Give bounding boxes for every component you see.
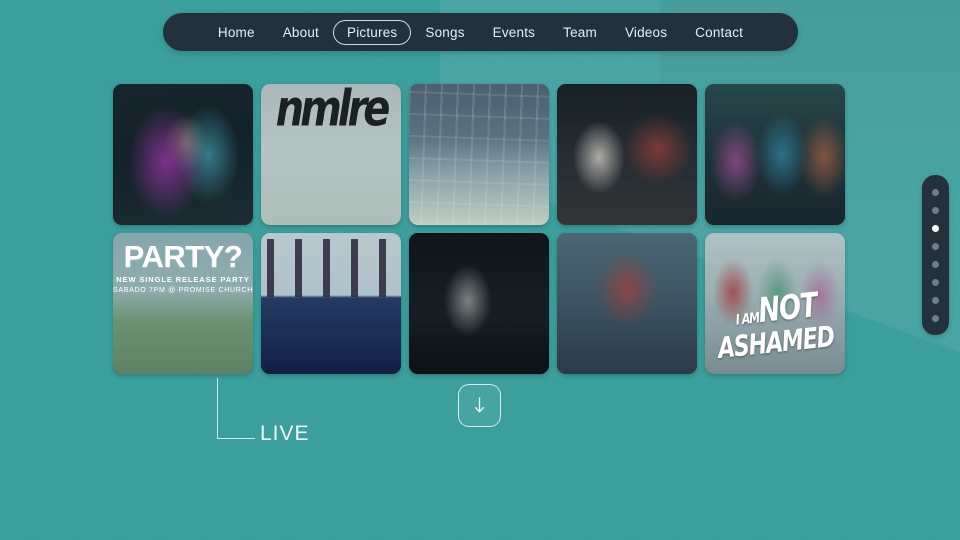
dot-nav-item-6[interactable] bbox=[932, 278, 939, 286]
gallery-tile-3[interactable] bbox=[409, 84, 549, 225]
dot-nav-item-3[interactable] bbox=[932, 224, 939, 232]
nav-item-videos[interactable]: Videos bbox=[611, 20, 681, 45]
gallery-tile-1[interactable] bbox=[113, 84, 253, 225]
nav-item-home[interactable]: Home bbox=[204, 20, 269, 45]
dot-nav-item-7[interactable] bbox=[932, 296, 939, 304]
gallery-tile-8[interactable] bbox=[409, 233, 549, 374]
nav-item-pictures[interactable]: Pictures bbox=[332, 19, 412, 45]
gallery-tile-tint bbox=[113, 233, 253, 374]
nav-item-events[interactable]: Events bbox=[479, 20, 549, 45]
arrow-down-icon bbox=[473, 397, 486, 414]
gallery-tile-tint bbox=[261, 233, 401, 374]
gallery-tile-tint bbox=[113, 84, 253, 225]
page-root: Home About Pictures Songs Events Team Vi… bbox=[0, 0, 960, 540]
dot-nav-item-4[interactable] bbox=[932, 242, 939, 250]
scroll-down-button[interactable] bbox=[458, 384, 501, 427]
gallery-tile-tint bbox=[557, 84, 697, 225]
nav-item-contact[interactable]: Contact bbox=[681, 20, 757, 45]
gallery-tile-tint bbox=[409, 84, 549, 225]
gallery-tile-tint bbox=[705, 84, 845, 225]
dot-nav-item-1[interactable] bbox=[932, 188, 939, 196]
gallery-tile-10[interactable]: I AMNOT ASHAMED bbox=[705, 233, 845, 374]
dot-nav-item-8[interactable] bbox=[932, 314, 939, 322]
nav-item-about[interactable]: About bbox=[269, 20, 333, 45]
gallery-tile-tint bbox=[261, 84, 401, 225]
dot-nav-item-5[interactable] bbox=[932, 260, 939, 268]
gallery-tile-tint bbox=[557, 233, 697, 374]
dot-nav-item-2[interactable] bbox=[932, 206, 939, 214]
section-dot-navigation bbox=[922, 175, 949, 335]
gallery-tile-tint bbox=[409, 233, 549, 374]
gallery-tile-4[interactable] bbox=[557, 84, 697, 225]
main-navigation-bar: Home About Pictures Songs Events Team Vi… bbox=[163, 13, 798, 51]
gallery-tile-7[interactable] bbox=[261, 233, 401, 374]
gallery-tile-2[interactable]: nmlre bbox=[261, 84, 401, 225]
gallery-tile-9[interactable] bbox=[557, 233, 697, 374]
gallery-tile-6[interactable]: PARTY? NEW SINGLE RELEASE PARTY SABADO 7… bbox=[113, 233, 253, 374]
live-label: LIVE bbox=[260, 422, 310, 445]
gallery-tile-5[interactable] bbox=[705, 84, 845, 225]
nav-item-team[interactable]: Team bbox=[549, 20, 611, 45]
live-connector-line bbox=[217, 378, 255, 439]
nav-item-songs[interactable]: Songs bbox=[411, 20, 478, 45]
photo-gallery-grid: nmlre PARTY? NEW SINGLE RELEASE PARTY SA… bbox=[113, 84, 846, 376]
gallery-tile-tint bbox=[705, 233, 845, 374]
